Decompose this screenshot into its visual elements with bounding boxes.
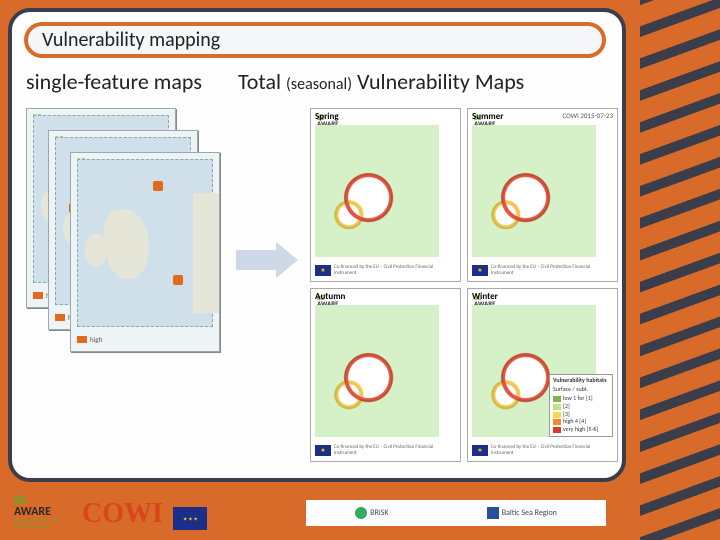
legend-label: high	[90, 335, 102, 344]
vulnerability-legend: Vulnerability habitats Surface / subt. l…	[549, 374, 613, 437]
season-label: Autumn	[315, 291, 345, 302]
eu-text: Co-financed by the EU – Civil Protection…	[334, 444, 456, 456]
legend-swatch	[77, 336, 87, 343]
eu-text: Co-financed by the EU – Civil Protection…	[491, 264, 613, 276]
datestamp: COWI 2015-07-23	[563, 111, 613, 120]
legend-swatch	[553, 419, 561, 425]
cowi-logo: COWI	[82, 498, 163, 530]
coast-gradient	[472, 125, 613, 257]
partner-logo: BRiSK	[355, 507, 388, 519]
partner-logo-strip: BRiSK Baltic Sea Region	[306, 500, 606, 526]
legend-swatch	[33, 292, 43, 299]
coast-gradient	[315, 305, 456, 437]
decorative-stripe-rail	[640, 0, 720, 540]
beaware-subtitle: Bonn Agreement: Area-Wide Assessment	[14, 518, 72, 530]
seasonal-map-spring: BEAWARE Spring ★Co-financed by the EU – …	[310, 108, 461, 282]
eu-flag-icon: ★	[315, 445, 331, 456]
map-legend: high	[77, 331, 213, 347]
beaware-logo: BE AWARE Bonn Agreement: Area-Wide Asses…	[14, 496, 72, 530]
legend-subtitle: Surface / subt.	[553, 386, 609, 394]
legend-swatch	[55, 314, 65, 321]
subtitle-row: single-feature maps Total (seasonal) Vul…	[26, 68, 616, 95]
seasonal-map-summer: BEAWARE Summer COWI 2015-07-23 ★Co-finan…	[467, 108, 618, 282]
legend-title: Vulnerability habitats	[553, 377, 609, 385]
legend-swatch	[553, 412, 561, 418]
legend-swatch	[553, 404, 561, 410]
arrow-icon	[236, 242, 298, 278]
single-feature-map-stack: BEAWARE high BEAWARE high BEAWARE high	[26, 108, 226, 388]
eu-text: Co-financed by the EU – Civil Protection…	[491, 444, 613, 456]
slide-title-pill: Vulnerability mapping	[24, 22, 606, 58]
eu-flag-icon: ⋆⋆⋆	[173, 507, 207, 530]
partner-name: BRiSK	[370, 508, 388, 518]
eu-flag-icon: ★	[472, 265, 488, 276]
coast-gradient	[315, 125, 456, 257]
map-footer: ★Co-financed by the EU – Civil Protectio…	[315, 441, 456, 459]
map-footer: ★Co-financed by the EU – Civil Protectio…	[315, 261, 456, 279]
footer-logo-row: BE AWARE Bonn Agreement: Area-Wide Asses…	[14, 496, 207, 530]
partner-logo: Baltic Sea Region	[487, 507, 557, 519]
legend-swatch	[553, 396, 561, 402]
eu-text: Co-financed by the EU – Civil Protection…	[334, 264, 456, 276]
square-icon	[487, 507, 499, 519]
subtitle-right: Total (seasonal) Vulnerability Maps	[238, 68, 616, 95]
season-label: Summer	[472, 111, 503, 122]
legend-swatch	[553, 427, 561, 433]
subtitle-right-b: Vulnerability Maps	[352, 68, 524, 95]
map-footer: ★Co-financed by the EU – Civil Protectio…	[472, 441, 613, 459]
seasonal-map-grid: BEAWARE Spring ★Co-financed by the EU – …	[310, 108, 618, 462]
map-footer: ★Co-financed by the EU – Civil Protectio…	[472, 261, 613, 279]
subtitle-right-paren: (seasonal)	[286, 75, 352, 94]
slide-title: Vulnerability mapping	[42, 28, 220, 52]
partner-name: Baltic Sea Region	[502, 508, 557, 518]
dot-icon	[355, 507, 367, 519]
feature-dots	[83, 165, 207, 321]
subtitle-right-a: Total	[238, 68, 286, 95]
seasonal-map-autumn: BEAWARE Autumn ★Co-financed by the EU – …	[310, 288, 461, 462]
eu-flag-icon: ★	[472, 445, 488, 456]
eu-flag-icon: ★	[315, 265, 331, 276]
slide-frame: Vulnerability mapping single-feature map…	[8, 8, 626, 482]
season-label: Spring	[315, 111, 339, 122]
season-label: Winter	[472, 291, 498, 302]
single-feature-map: BEAWARE high	[70, 152, 220, 352]
seasonal-map-winter: BEAWARE Winter Vulnerability habitats Su…	[467, 288, 618, 462]
legend-item: very high [5-6]	[563, 426, 598, 434]
subtitle-left: single-feature maps	[26, 68, 238, 95]
